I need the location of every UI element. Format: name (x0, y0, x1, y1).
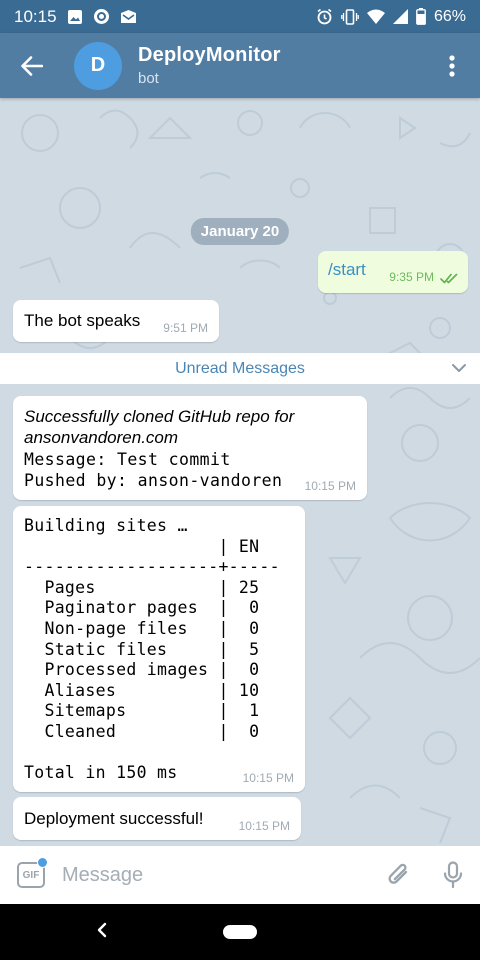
unread-messages-divider[interactable]: Unread Messages (0, 353, 480, 384)
attach-button[interactable] (372, 846, 426, 904)
arrow-left-icon (21, 55, 43, 76)
message-time: 10:15 PM (238, 819, 290, 833)
message-text: Deployment successful! (24, 809, 204, 828)
voice-message-button[interactable] (426, 846, 480, 904)
nav-back-icon[interactable] (96, 922, 108, 938)
incoming-message[interactable]: Building sites … | EN ------------------… (13, 506, 305, 792)
chat-title-block[interactable]: DeployMonitor bot (138, 44, 281, 87)
incoming-message[interactable]: Successfully cloned GitHub repo for anso… (13, 396, 367, 500)
wifi-icon (366, 9, 385, 24)
notification-dot (37, 857, 48, 868)
back-button[interactable] (0, 33, 64, 98)
sync-notification-icon (93, 8, 110, 25)
gif-button[interactable]: GIF (0, 846, 62, 904)
date-separator: January 20 (190, 218, 290, 245)
incoming-message[interactable]: The bot speaks 9:51 PM (13, 300, 219, 342)
more-options-button[interactable] (424, 33, 480, 98)
microphone-icon (443, 861, 463, 889)
message-text: /start (328, 260, 366, 279)
more-vertical-icon (449, 54, 455, 77)
gif-label: GIF (22, 869, 40, 881)
message-input[interactable] (62, 846, 372, 904)
message-time: 9:51 PM (163, 321, 208, 335)
avatar-letter: D (90, 54, 106, 76)
message-time: 9:35 PM (389, 270, 434, 284)
paperclip-icon (388, 863, 408, 884)
signal-icon (392, 9, 408, 24)
chat-title: DeployMonitor (138, 44, 281, 66)
message-composer: GIF (0, 846, 480, 904)
message-line: Successfully cloned GitHub repo for (24, 407, 295, 426)
message-line: Pushed by: anson-vandoren (24, 471, 283, 490)
build-report: Building sites … | EN ------------------… (24, 516, 280, 783)
image-notification-icon (67, 9, 83, 25)
unread-messages-label: Unread Messages (175, 359, 305, 377)
nav-home-pill[interactable] (223, 925, 257, 939)
message-text: The bot speaks (24, 311, 141, 330)
message-line: ansonvandoren.com (24, 428, 179, 447)
system-navigation-bar (0, 904, 480, 960)
avatar[interactable]: D (74, 41, 122, 90)
message-line: Message: Test commit (24, 450, 231, 469)
incoming-message[interactable]: Deployment successful! 10:15 PM (13, 797, 301, 840)
status-bar: 10:15 66% (0, 0, 480, 33)
mail-notification-icon (120, 9, 137, 24)
read-double-check-icon (440, 273, 458, 284)
chat-area[interactable]: January 20 /start 9:35 PM The bot speaks… (0, 98, 480, 846)
chevron-down-icon[interactable] (451, 360, 467, 376)
vibrate-icon (341, 8, 359, 25)
alarm-icon (316, 8, 333, 25)
battery-percentage: 66% (433, 7, 466, 25)
status-time: 10:15 (14, 6, 57, 26)
battery-icon (416, 8, 426, 25)
chat-header: D DeployMonitor bot (0, 33, 480, 98)
outgoing-message[interactable]: /start 9:35 PM (318, 251, 468, 293)
chat-subtitle: bot (138, 70, 159, 87)
message-time: 10:15 PM (242, 771, 294, 785)
message-time: 10:15 PM (304, 479, 356, 493)
